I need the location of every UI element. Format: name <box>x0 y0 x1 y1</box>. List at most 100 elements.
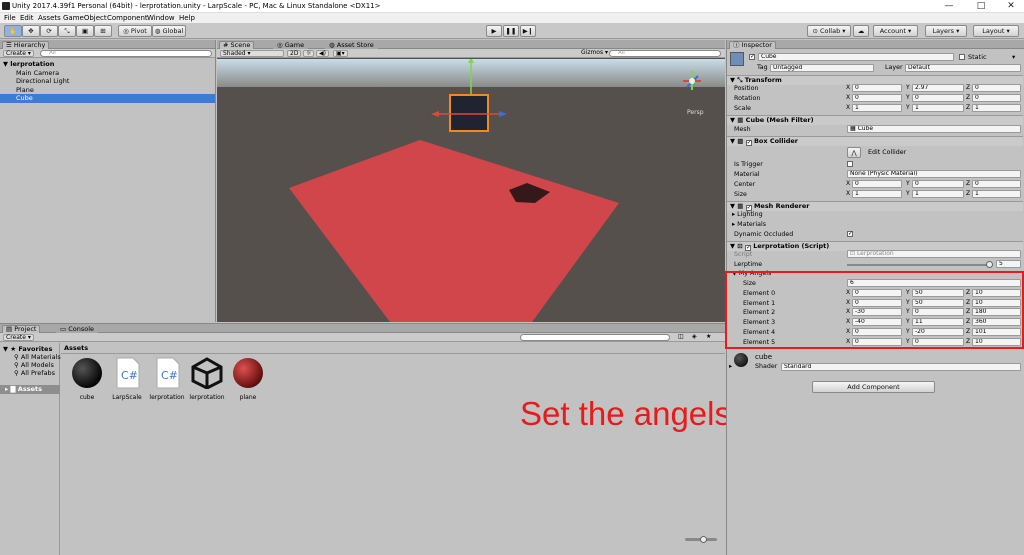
hierarchy-item-cube[interactable]: Cube <box>0 94 215 103</box>
y-field[interactable]: 1 <box>912 104 964 112</box>
lighting-foldout[interactable]: ▸ Lighting <box>729 210 1021 220</box>
gizmos-dropdown[interactable]: Gizmos ▾ <box>579 50 610 57</box>
z-field[interactable]: 1 <box>972 104 1021 112</box>
add-component-button[interactable]: Add Component <box>812 381 935 393</box>
asset-cube-material[interactable]: cube <box>67 357 107 401</box>
center-z-field[interactable]: 0 <box>972 180 1021 188</box>
is-trigger-checkbox[interactable] <box>847 161 853 167</box>
menu-edit[interactable]: Edit <box>20 14 34 22</box>
x-field[interactable]: 0 <box>852 84 902 92</box>
rotate-tool-icon[interactable]: ⟳ <box>40 25 58 37</box>
filter-label-icon[interactable]: ◈ <box>690 334 699 341</box>
layer-dropdown[interactable]: Default <box>905 64 1021 72</box>
object-name-field[interactable]: Cube <box>758 53 954 61</box>
static-dropdown-icon[interactable]: ▾ <box>1012 53 1015 61</box>
cloud-icon[interactable]: ☁ <box>853 25 869 37</box>
tab-game[interactable]: ◎ Game <box>273 41 309 49</box>
lerptime-field[interactable]: 5 <box>996 260 1021 268</box>
tab-project[interactable]: ▤ Project <box>2 325 41 333</box>
tab-asset-store[interactable]: ◍ Asset Store <box>325 41 378 49</box>
menu-window[interactable]: Window <box>147 14 175 22</box>
filter-type-icon[interactable]: ◫ <box>676 334 686 341</box>
size-z-field[interactable]: 1 <box>972 190 1021 198</box>
pivot-toggle[interactable]: ◎ Pivot <box>118 25 152 37</box>
x-field[interactable]: 0 <box>852 94 902 102</box>
tab-scene[interactable]: # Scene <box>219 41 255 49</box>
menu-gameobject[interactable]: GameObject <box>63 14 107 22</box>
active-checkbox[interactable]: ✓ <box>749 54 755 60</box>
asset-larpscale-script[interactable]: C# LarpScale <box>107 357 147 401</box>
pause-button[interactable]: ❚❚ <box>503 25 519 37</box>
size-x-field[interactable]: 1 <box>852 190 902 198</box>
tab-hierarchy[interactable]: ☰ Hierarchy <box>2 41 50 49</box>
global-toggle[interactable]: ◍ Global <box>152 25 186 37</box>
play-button[interactable]: ▶ <box>486 25 502 37</box>
collider-material-field[interactable]: None (Physic Material) <box>847 170 1021 178</box>
hierarchy-item-plane[interactable]: Plane <box>0 86 215 95</box>
minimize-button[interactable]: — <box>934 0 964 13</box>
assets-folder[interactable]: ▸ ▇ Assets <box>0 385 60 394</box>
tab-inspector[interactable]: ⓘ Inspector <box>729 41 776 49</box>
z-field[interactable]: 0 <box>972 84 1021 92</box>
move-tool-icon[interactable]: ✥ <box>22 25 40 37</box>
static-checkbox[interactable] <box>959 54 965 60</box>
cube-object[interactable] <box>449 94 489 132</box>
transform-tool-icon[interactable]: ⊞ <box>94 25 112 37</box>
asset-lerprotation-scene[interactable]: lerprotation <box>187 357 227 401</box>
menu-help[interactable]: Help <box>179 14 195 22</box>
collab-button[interactable]: ⊙ Collab ▾ <box>807 25 851 37</box>
hierarchy-create-button[interactable]: Create ▾ <box>3 50 34 57</box>
scene-search-input[interactable]: All <box>609 50 721 57</box>
menu-assets[interactable]: Assets <box>38 14 61 22</box>
materials-foldout[interactable]: ▸ Materials <box>729 220 1021 230</box>
hierarchy-search-input[interactable]: All <box>40 50 212 57</box>
fav-all-prefabs[interactable]: ⚲ All Prefabs <box>0 369 60 378</box>
hand-tool-icon[interactable]: ✋ <box>4 25 22 37</box>
box-collider-enabled-checkbox[interactable]: ✓ <box>745 140 752 146</box>
mode-2d-toggle[interactable]: 2D <box>287 50 302 57</box>
mesh-filter-header[interactable]: ▼ ▦ Cube (Mesh Filter) <box>727 115 1023 125</box>
layers-dropdown[interactable]: Layers ▾ <box>925 25 967 37</box>
y-field[interactable]: 2.97 <box>912 84 964 92</box>
menu-file[interactable]: File <box>4 14 16 22</box>
hierarchy-item-directional-light[interactable]: Directional Light <box>0 77 215 86</box>
dynamic-occluded-checkbox[interactable]: ✓ <box>847 231 853 237</box>
shading-mode-dropdown[interactable]: Shaded ▾ <box>220 50 284 57</box>
layout-dropdown[interactable]: Layout ▾ <box>973 25 1019 37</box>
box-collider-header[interactable]: ▼ ▩ ✓ Box Collider <box>727 136 1023 146</box>
scene-viewport[interactable]: Persp <box>217 59 725 322</box>
step-button[interactable]: ▶❙ <box>520 25 536 37</box>
scene-root-row[interactable]: ▼ lerprotation <box>0 60 215 69</box>
center-y-field[interactable]: 0 <box>912 180 964 188</box>
size-y-field[interactable]: 1 <box>912 190 964 198</box>
project-search-input[interactable] <box>520 334 670 341</box>
maximize-button[interactable]: □ <box>966 0 996 13</box>
scale-tool-icon[interactable]: ⤡ <box>58 25 76 37</box>
account-dropdown[interactable]: Account ▾ <box>873 25 918 37</box>
lerptime-slider[interactable] <box>847 264 993 266</box>
x-field[interactable]: 1 <box>852 104 902 112</box>
hierarchy-item-main-camera[interactable]: Main Camera <box>0 69 215 78</box>
y-field[interactable]: 0 <box>912 94 964 102</box>
zoom-slider-thumb[interactable] <box>700 536 707 543</box>
edit-collider-button[interactable]: ⋀ <box>847 147 861 158</box>
tag-dropdown[interactable]: Untagged <box>770 64 874 72</box>
asset-lerprotation-script[interactable]: C# lerprotation <box>147 357 187 401</box>
tab-console[interactable]: ▭ Console <box>56 325 99 333</box>
lerptime-slider-thumb[interactable] <box>985 261 993 268</box>
mesh-field[interactable]: ▦ Cube <box>847 125 1021 133</box>
favorite-search-icon[interactable]: ★ <box>704 334 713 341</box>
lighting-toggle-icon[interactable]: ☼ <box>303 50 315 57</box>
menu-component[interactable]: Component <box>107 14 148 22</box>
center-x-field[interactable]: 0 <box>852 180 902 188</box>
audio-toggle-icon[interactable]: ◀) <box>316 50 329 57</box>
shader-dropdown[interactable]: Standard <box>781 363 1021 371</box>
perspective-label[interactable]: Persp <box>687 109 704 116</box>
z-field[interactable]: 0 <box>972 94 1021 102</box>
material-expand-icon[interactable]: ▸ <box>729 363 732 370</box>
close-button[interactable]: ✕ <box>996 0 1024 13</box>
rect-tool-icon[interactable]: ▣ <box>76 25 94 37</box>
asset-plane-material[interactable]: plane <box>228 357 268 401</box>
effects-toggle-icon[interactable]: ▣▾ <box>333 50 348 57</box>
project-create-button[interactable]: Create ▾ <box>3 334 34 341</box>
